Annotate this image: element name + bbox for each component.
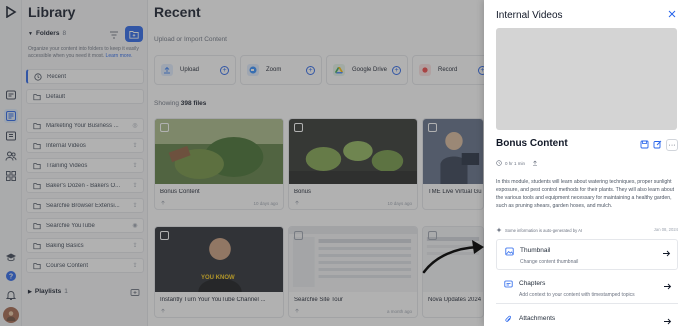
arrow-right-icon bbox=[663, 250, 671, 257]
ai-note: Some information is auto-generated by AI bbox=[496, 227, 582, 233]
option-title: Chapters bbox=[519, 280, 546, 287]
paperclip-icon bbox=[505, 315, 511, 322]
video-player[interactable] bbox=[496, 28, 677, 130]
video-duration: 0 hr 1 min bbox=[505, 160, 526, 166]
save-icon[interactable] bbox=[639, 139, 650, 150]
video-description: In this module, students will learn abou… bbox=[496, 179, 675, 209]
edit-icon[interactable] bbox=[652, 139, 663, 150]
arrow-right-icon bbox=[664, 318, 672, 325]
option-description: Change content thumbnail bbox=[520, 259, 579, 265]
video-date: Jan 08, 2024 bbox=[653, 227, 678, 232]
video-detail-panel: Internal Videos Bonus Content ··· 0 hr 1… bbox=[484, 0, 688, 326]
video-meta: 0 hr 1 min bbox=[496, 160, 538, 166]
chapters-icon bbox=[504, 280, 513, 288]
share-icon[interactable] bbox=[532, 160, 538, 166]
option-title: Thumbnail bbox=[520, 247, 551, 254]
option-attachments[interactable]: Attachments bbox=[496, 308, 678, 326]
option-thumbnail[interactable]: Thumbnail Change content thumbnail bbox=[496, 239, 678, 270]
close-icon[interactable] bbox=[668, 10, 676, 18]
more-options-button[interactable]: ··· bbox=[666, 139, 678, 151]
option-title: Attachments bbox=[519, 315, 556, 322]
modal-backdrop[interactable] bbox=[0, 0, 484, 326]
option-chapters[interactable]: Chapters Add context to your content wit… bbox=[496, 273, 678, 304]
arrow-right-icon bbox=[664, 283, 672, 290]
image-icon bbox=[505, 247, 514, 256]
clock-icon bbox=[496, 160, 502, 166]
video-title: Bonus Content bbox=[496, 138, 568, 149]
ai-icon bbox=[496, 227, 502, 233]
panel-title: Internal Videos bbox=[496, 10, 563, 21]
option-description: Add context to your content with timesta… bbox=[519, 292, 635, 298]
